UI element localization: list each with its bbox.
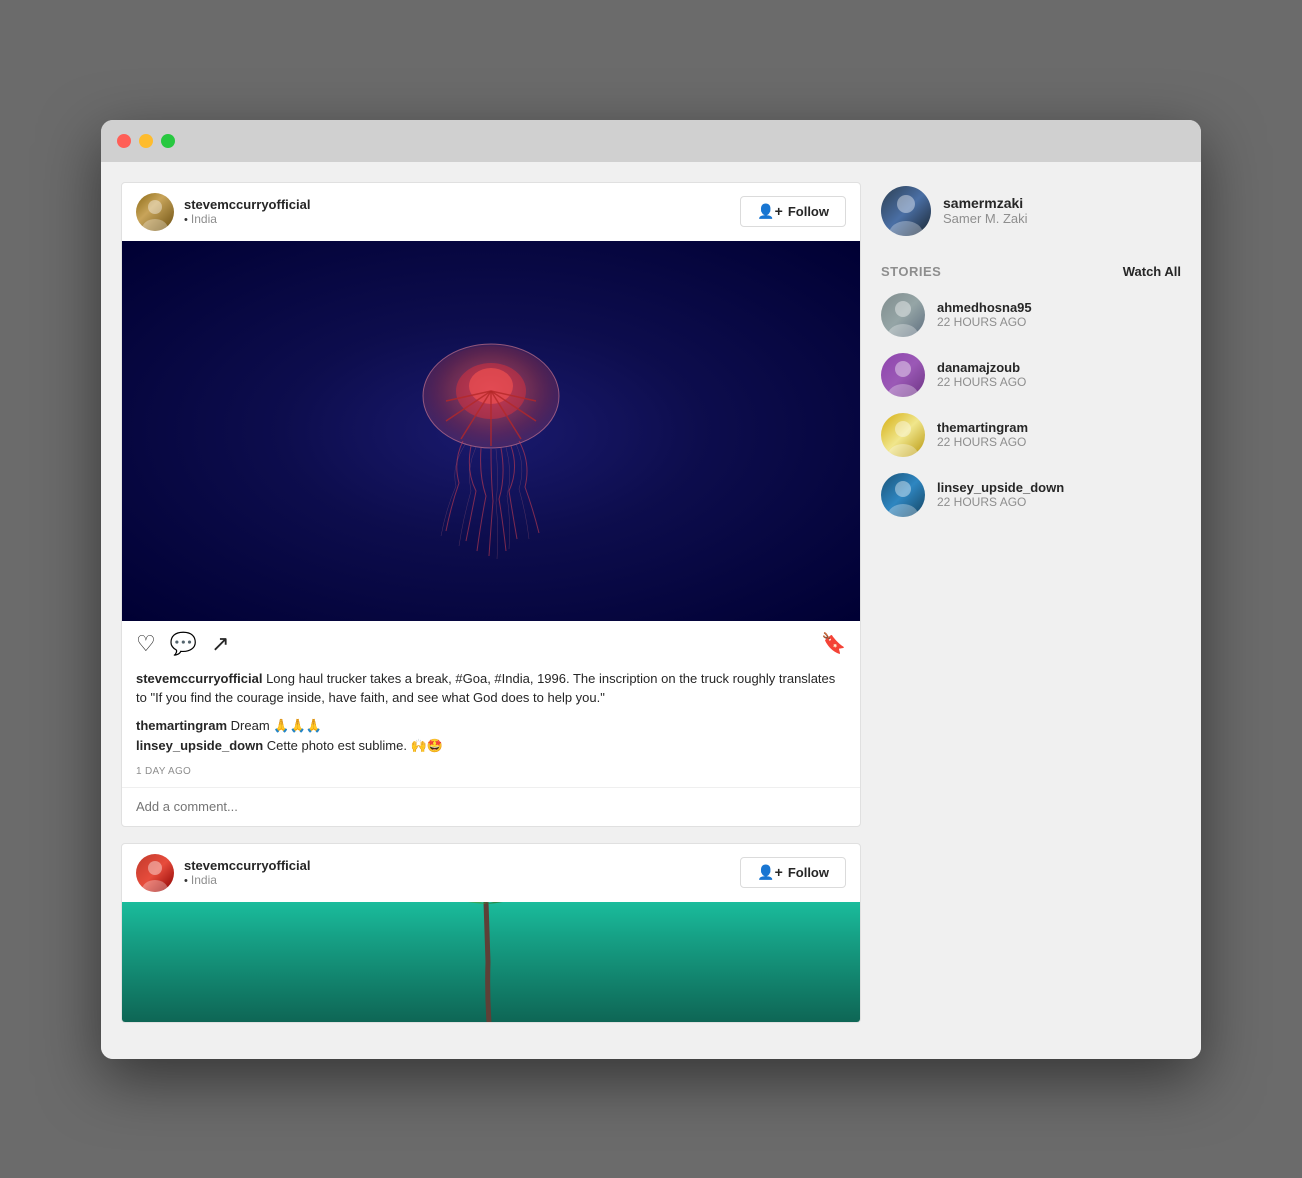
post-image-1: [122, 241, 860, 621]
story-username-2[interactable]: danamajzoub: [937, 360, 1026, 375]
stories-header: Stories Watch All: [881, 264, 1181, 279]
avatar-post2: [136, 854, 174, 892]
comment-1: themartingram Dream 🙏🙏🙏: [136, 718, 846, 734]
caption-username-1[interactable]: stevemccurryofficial: [136, 671, 262, 686]
post-header-2: stevemccurryofficial • India 👤+ Follow: [122, 844, 860, 902]
post-image-2: [122, 902, 860, 1022]
story-info-3: themartingram 22 HOURS AGO: [937, 420, 1028, 449]
story-avatar-2: [881, 353, 925, 397]
story-item-2[interactable]: danamajzoub 22 HOURS AGO: [881, 353, 1181, 397]
story-time-3: 22 HOURS AGO: [937, 435, 1028, 449]
post-user-2: stevemccurryofficial • India: [136, 854, 310, 892]
comment-text-1: Dream 🙏🙏🙏: [231, 718, 322, 733]
post-timestamp-1: 1 DAY AGO: [122, 766, 860, 787]
comment-username-1[interactable]: themartingram: [136, 718, 227, 733]
sidebar-username[interactable]: samermzaki: [943, 195, 1028, 211]
post-actions-1: ♡ 💬 ↗ 🔖: [122, 621, 860, 665]
story-time-2: 22 HOURS AGO: [937, 375, 1026, 389]
follow-button-1[interactable]: 👤+ Follow: [740, 196, 846, 227]
story-item-4[interactable]: linsey_upside_down 22 HOURS AGO: [881, 473, 1181, 517]
sidebar-avatar: [881, 186, 931, 236]
watch-all-button[interactable]: Watch All: [1123, 264, 1181, 279]
post-caption-1: stevemccurryofficial Long haul trucker t…: [122, 665, 860, 718]
sidebar: samermzaki Samer M. Zaki Stories Watch A…: [881, 182, 1181, 533]
maximize-button[interactable]: [161, 134, 175, 148]
close-button[interactable]: [117, 134, 131, 148]
story-avatar-4: [881, 473, 925, 517]
palm-bg: [122, 902, 860, 1022]
like-icon-1[interactable]: ♡: [136, 631, 156, 657]
browser-window: stevemccurryofficial • India 👤+ Follow: [101, 120, 1201, 1059]
story-info-1: ahmedhosna95 22 HOURS AGO: [937, 300, 1032, 329]
sidebar-profile-info: samermzaki Samer M. Zaki: [943, 195, 1028, 226]
story-username-1[interactable]: ahmedhosna95: [937, 300, 1032, 315]
minimize-button[interactable]: [139, 134, 153, 148]
story-avatar-1: [881, 293, 925, 337]
story-info-2: danamajzoub 22 HOURS AGO: [937, 360, 1026, 389]
story-time-1: 22 HOURS AGO: [937, 315, 1032, 329]
comment-text-2: Cette photo est sublime. 🙌🤩: [267, 738, 443, 753]
add-comment-1: [122, 787, 860, 826]
user-info-2: stevemccurryofficial • India: [184, 858, 310, 887]
stories-label: Stories: [881, 264, 941, 279]
sidebar-profile: samermzaki Samer M. Zaki: [881, 182, 1181, 240]
story-time-4: 22 HOURS AGO: [937, 495, 1064, 509]
bookmark-icon-1[interactable]: 🔖: [821, 631, 846, 656]
post-user-1: stevemccurryofficial • India: [136, 193, 310, 231]
follow-icon-1: 👤+: [757, 203, 783, 220]
story-username-4[interactable]: linsey_upside_down: [937, 480, 1064, 495]
user-info-1: stevemccurryofficial • India: [184, 197, 310, 226]
stories-section: Stories Watch All ahmedhosna95 22 HOURS …: [881, 264, 1181, 517]
share-icon-1[interactable]: ↗: [211, 631, 229, 657]
post-card-2: stevemccurryofficial • India 👤+ Follow: [121, 843, 861, 1023]
browser-content: stevemccurryofficial • India 👤+ Follow: [101, 162, 1201, 1059]
jellyfish-bg: [122, 241, 860, 621]
story-username-3[interactable]: themartingram: [937, 420, 1028, 435]
post-location-2: • India: [184, 873, 310, 887]
comment-2: linsey_upside_down Cette photo est subli…: [136, 738, 846, 754]
story-item-3[interactable]: themartingram 22 HOURS AGO: [881, 413, 1181, 457]
follow-icon-2: 👤+: [757, 864, 783, 881]
post-username-2[interactable]: stevemccurryofficial: [184, 858, 310, 873]
comment-username-2[interactable]: linsey_upside_down: [136, 738, 263, 753]
actions-left-1: ♡ 💬 ↗: [136, 631, 230, 657]
sidebar-display-name: Samer M. Zaki: [943, 211, 1028, 226]
story-avatar-3: [881, 413, 925, 457]
post-username-1[interactable]: stevemccurryofficial: [184, 197, 310, 212]
story-info-4: linsey_upside_down 22 HOURS AGO: [937, 480, 1064, 509]
comment-input-1[interactable]: [136, 799, 846, 814]
post-comments-1: themartingram Dream 🙏🙏🙏 linsey_upside_do…: [122, 718, 860, 766]
post-header-1: stevemccurryofficial • India 👤+ Follow: [122, 183, 860, 241]
main-feed: stevemccurryofficial • India 👤+ Follow: [121, 182, 861, 1039]
comment-icon-1[interactable]: 💬: [170, 631, 197, 657]
avatar-post1: [136, 193, 174, 231]
browser-chrome: [101, 120, 1201, 162]
post-card-1: stevemccurryofficial • India 👤+ Follow: [121, 182, 861, 827]
follow-button-2[interactable]: 👤+ Follow: [740, 857, 846, 888]
story-item-1[interactable]: ahmedhosna95 22 HOURS AGO: [881, 293, 1181, 337]
post-location-1: • India: [184, 212, 310, 226]
